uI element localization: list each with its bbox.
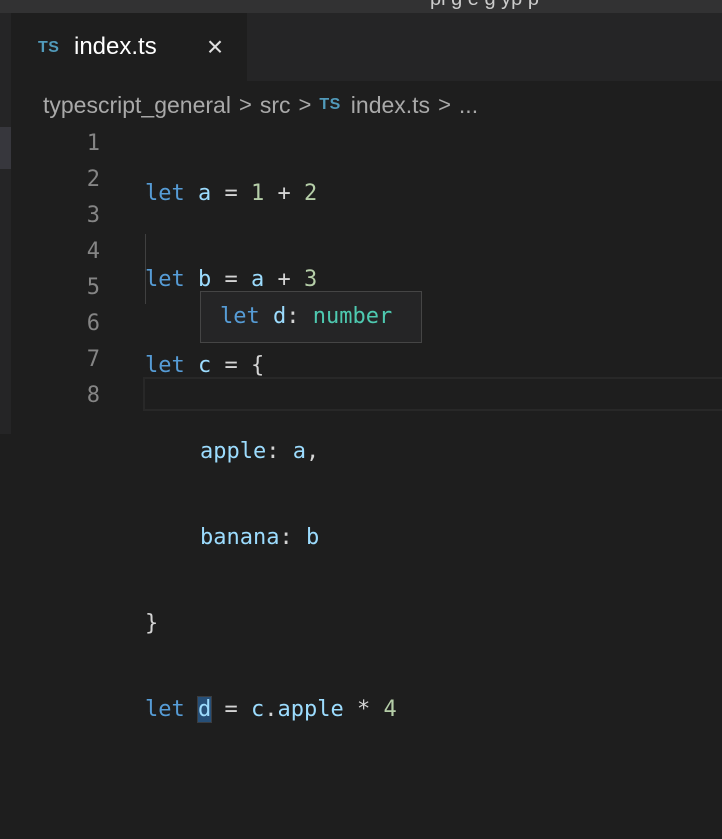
chevron-right-icon: >	[298, 92, 312, 117]
activity-bar-marker[interactable]	[0, 127, 11, 169]
identifier: c	[251, 697, 265, 722]
typescript-file-icon: TS	[38, 39, 60, 56]
window-title: pl g e g yp p	[430, 0, 539, 11]
operator: +	[264, 181, 304, 206]
number-literal: 4	[383, 697, 397, 722]
breadcrumb-item-file[interactable]: index.ts	[351, 92, 430, 119]
activity-bar-edge	[0, 13, 11, 434]
punctuation: .	[264, 697, 278, 722]
number-literal: 3	[304, 267, 318, 292]
identifier: a	[198, 181, 212, 206]
code-editor[interactable]: let a = 1 + 2 let b = a + 3 let c = { ap…	[145, 126, 397, 839]
keyword-let: let	[145, 181, 185, 206]
line-number: 3	[86, 203, 100, 228]
breadcrumb-item-symbols[interactable]: ...	[459, 92, 478, 119]
breadcrumb-item-src[interactable]: src	[260, 92, 291, 119]
typescript-file-icon: TS	[319, 96, 341, 113]
line-number: 8	[86, 383, 100, 408]
line-number: 2	[86, 167, 100, 192]
code-line-6[interactable]: }	[145, 606, 397, 642]
punctuation: ,	[305, 439, 320, 464]
operator: =	[211, 697, 251, 722]
code-line-4[interactable]: apple: a,	[145, 434, 397, 470]
type-annotation: number	[312, 304, 393, 329]
number-literal: 2	[304, 181, 318, 206]
identifier: b	[305, 525, 320, 550]
close-icon[interactable]: ×	[201, 33, 229, 61]
punctuation: :	[286, 304, 313, 329]
line-number-gutter: 1 2 3 4 5 6 7 8	[40, 126, 100, 414]
line-number: 4	[86, 239, 100, 264]
number-literal: 1	[251, 181, 265, 206]
keyword-let: let	[145, 353, 185, 378]
chevron-right-icon: >	[238, 92, 252, 117]
code-line-7[interactable]: let d = c.apple * 4	[145, 692, 397, 728]
operator: *	[343, 697, 384, 722]
breadcrumb: typescript_general > src > TS index.ts >…	[43, 88, 478, 122]
code-line-5[interactable]: banana: b	[145, 520, 397, 556]
line-number: 7	[86, 347, 100, 372]
identifier: d	[273, 304, 287, 329]
punctuation: :	[279, 525, 306, 550]
breadcrumb-item-workspace[interactable]: typescript_general	[43, 92, 231, 119]
line-number: 6	[86, 311, 100, 336]
code-line-8[interactable]	[145, 778, 397, 814]
punctuation: :	[266, 439, 293, 464]
tab-label: index.ts	[74, 33, 157, 60]
operator: =	[211, 181, 251, 206]
keyword-let: let	[145, 267, 185, 292]
code-line-3[interactable]: let c = {	[145, 348, 397, 384]
keyword-let: let	[220, 304, 260, 329]
code-line-1[interactable]: let a = 1 + 2	[145, 176, 397, 212]
identifier: a	[251, 267, 265, 292]
operator: =	[211, 267, 251, 292]
hover-tooltip: let d: number	[200, 291, 422, 343]
property-name: banana	[200, 525, 280, 550]
identifier-highlighted: d	[196, 696, 213, 723]
identifier: c	[198, 353, 212, 378]
identifier: b	[198, 267, 212, 292]
chevron-right-icon: >	[438, 92, 451, 117]
window-titlebar: pl g e g yp p	[0, 0, 722, 13]
property-name: apple	[277, 697, 344, 722]
punctuation: }	[145, 611, 159, 636]
operator: +	[264, 267, 304, 292]
line-number: 5	[86, 275, 100, 300]
line-number: 1	[86, 131, 100, 156]
tab-index-ts[interactable]: TS index.ts ×	[11, 13, 247, 81]
keyword-let: let	[145, 697, 185, 722]
identifier: a	[292, 439, 306, 464]
operator: = {	[211, 353, 265, 378]
property-name: apple	[200, 439, 267, 464]
